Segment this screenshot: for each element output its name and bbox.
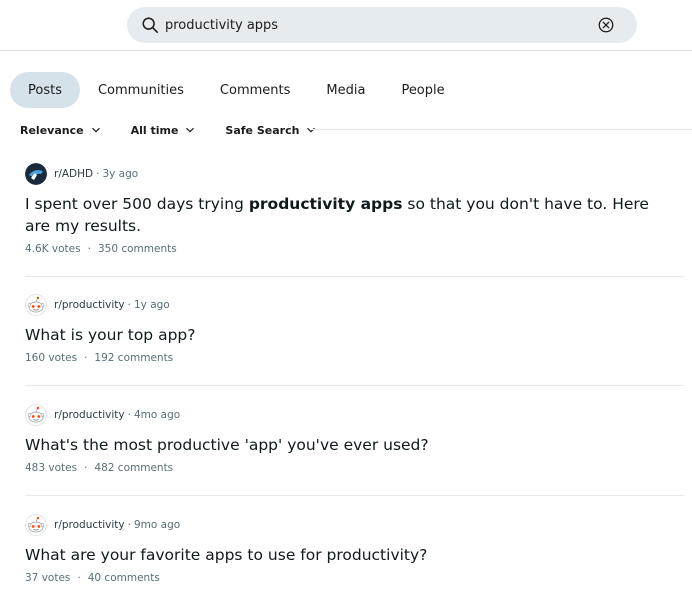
post-divider <box>25 385 684 386</box>
meta-separator: · <box>84 462 88 474</box>
snoo-icon[interactable] <box>25 294 47 316</box>
clear-search-icon[interactable] <box>597 16 615 34</box>
safe-search-label: Safe Search <box>225 123 300 137</box>
meta-separator: · <box>96 168 100 180</box>
meta-separator: · <box>127 409 131 421</box>
subreddit-link[interactable]: r/ADHD <box>54 168 93 180</box>
sort-dropdown[interactable]: Relevance <box>20 124 101 137</box>
post-meta: r/productivity · 9mo ago <box>25 514 685 536</box>
tab-comments[interactable]: Comments <box>202 72 308 108</box>
chevron-down-icon <box>91 127 100 133</box>
post-meta: r/ADHD · 3y ago <box>25 163 685 185</box>
post-stats: 4.6K votes · 350 comments <box>25 243 685 255</box>
chevron-down-icon <box>307 127 316 133</box>
time-label: All time <box>130 123 179 137</box>
subreddit-link[interactable]: r/productivity <box>54 519 125 531</box>
post-stats: 37 votes · 40 comments <box>25 572 685 584</box>
comment-count: 482 comments <box>94 462 174 474</box>
sort-label: Relevance <box>20 123 84 137</box>
post-title[interactable]: What are your favorite apps to use for p… <box>25 544 675 566</box>
snoo-icon[interactable] <box>25 514 47 536</box>
post-divider <box>25 495 684 496</box>
subreddit-link[interactable]: r/productivity <box>54 409 125 421</box>
post-item[interactable]: r/productivity · 4mo ago What's the most… <box>25 404 685 474</box>
post-item[interactable]: r/productivity · 9mo ago What are your f… <box>25 514 685 584</box>
vote-count: 37 votes <box>25 572 71 584</box>
meta-separator: · <box>127 519 131 531</box>
search-bar[interactable] <box>127 7 637 43</box>
post-title[interactable]: I spent over 500 days trying productivit… <box>25 193 675 237</box>
top-bar <box>0 0 692 51</box>
vote-count: 4.6K votes <box>25 243 81 255</box>
post-divider <box>25 276 684 277</box>
post-stats: 160 votes · 192 comments <box>25 352 685 364</box>
post-item[interactable]: r/productivity · 1y ago What is your top… <box>25 294 685 364</box>
post-title[interactable]: What's the most productive 'app' you've … <box>25 434 675 456</box>
time-dropdown[interactable]: All time <box>131 124 196 137</box>
post-title[interactable]: What is your top app? <box>25 324 675 346</box>
post-age: 3y ago <box>102 168 139 180</box>
post-age: 4mo ago <box>133 409 181 421</box>
tab-communities[interactable]: Communities <box>80 72 202 108</box>
tab-people[interactable]: People <box>383 72 462 108</box>
post-stats: 483 votes · 482 comments <box>25 462 685 474</box>
vote-count: 160 votes <box>25 352 78 364</box>
comment-count: 350 comments <box>97 243 177 255</box>
search-input[interactable] <box>165 7 585 43</box>
result-type-tabs: Posts Communities Comments Media People <box>10 72 463 108</box>
comment-count: 40 comments <box>87 572 160 584</box>
snoo-icon[interactable] <box>25 404 47 426</box>
post-title-highlight: productivity apps <box>248 195 403 213</box>
vote-count: 483 votes <box>25 462 78 474</box>
search-icon <box>142 17 159 34</box>
meta-separator: · <box>84 352 88 364</box>
chevron-down-icon <box>186 127 195 133</box>
tab-media[interactable]: Media <box>308 72 383 108</box>
comment-count: 192 comments <box>94 352 174 364</box>
post-item[interactable]: r/ADHD · 3y ago I spent over 500 days tr… <box>25 163 685 255</box>
meta-separator: · <box>77 572 81 584</box>
post-age: 9mo ago <box>133 519 181 531</box>
safe-search-dropdown[interactable]: Safe Search <box>225 124 316 137</box>
meta-separator: · <box>127 299 131 311</box>
filter-divider <box>312 129 692 130</box>
post-age: 1y ago <box>133 299 170 311</box>
post-meta: r/productivity · 4mo ago <box>25 404 685 426</box>
post-title-text: I spent over 500 days trying <box>25 195 249 213</box>
post-meta: r/productivity · 1y ago <box>25 294 685 316</box>
subreddit-link[interactable]: r/productivity <box>54 299 125 311</box>
filter-bar: Relevance All time Safe Search <box>20 119 346 141</box>
tab-posts[interactable]: Posts <box>10 72 80 108</box>
meta-separator: · <box>87 243 91 255</box>
adhd-subreddit-icon[interactable] <box>25 163 47 185</box>
